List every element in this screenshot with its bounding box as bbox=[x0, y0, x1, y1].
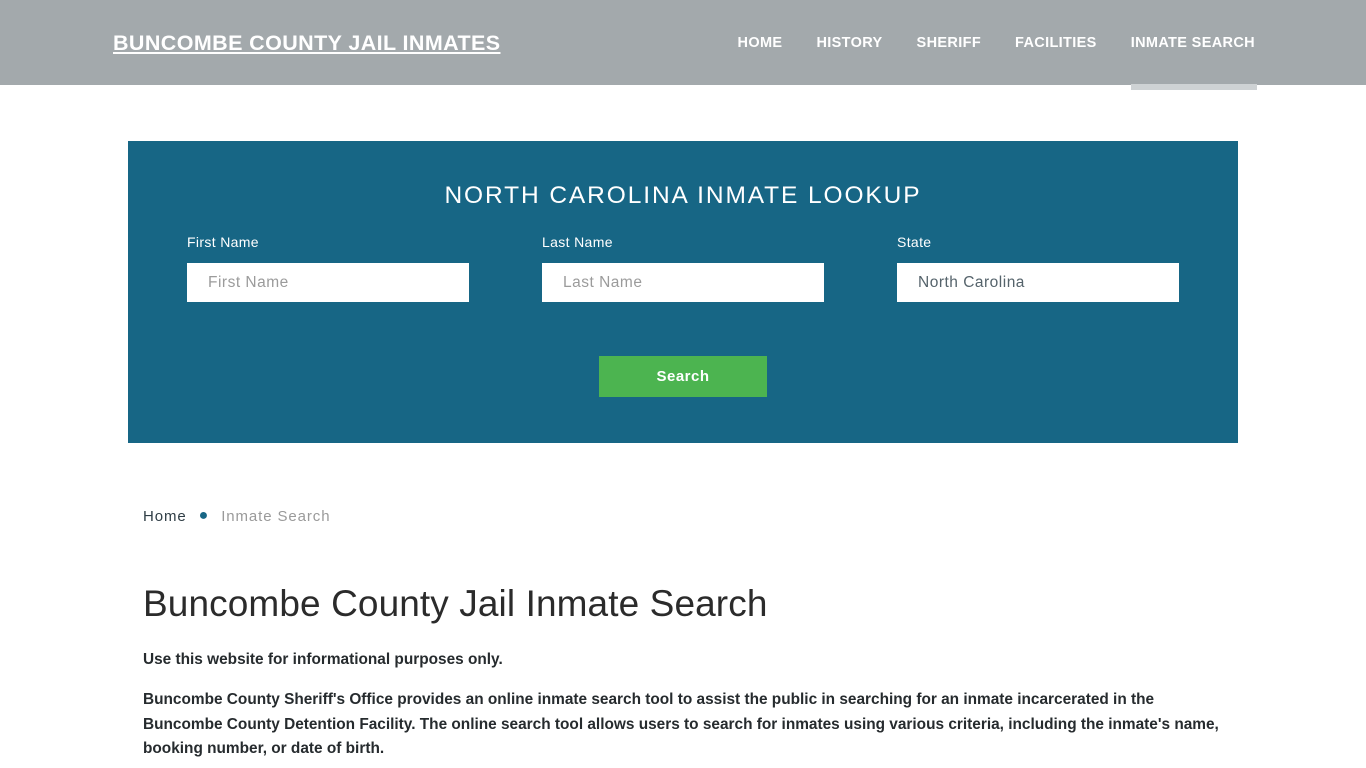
state-field-group: State bbox=[897, 234, 1179, 302]
nav-item-sheriff[interactable]: SHERIFF bbox=[900, 33, 998, 53]
inmate-lookup-panel: NORTH CAROLINA INMATE LOOKUP First Name … bbox=[128, 141, 1238, 443]
breadcrumb: Home ● Inmate Search bbox=[143, 500, 1225, 532]
first-name-input[interactable] bbox=[187, 263, 469, 302]
search-button[interactable]: Search bbox=[599, 356, 767, 397]
first-name-label: First Name bbox=[187, 234, 259, 250]
first-name-field-group: First Name bbox=[187, 234, 469, 302]
page-content: Home ● Inmate Search Buncombe County Jai… bbox=[143, 500, 1225, 762]
last-name-field-group: Last Name bbox=[542, 234, 824, 302]
nav-item-home[interactable]: HOME bbox=[721, 33, 800, 53]
nav-item-facilities[interactable]: FACILITIES bbox=[998, 33, 1114, 53]
state-label: State bbox=[897, 234, 932, 250]
last-name-label: Last Name bbox=[542, 234, 613, 250]
page-title: Buncombe County Jail Inmate Search bbox=[143, 583, 768, 624]
nav-item-history[interactable]: HISTORY bbox=[799, 33, 899, 53]
panel-title: NORTH CAROLINA INMATE LOOKUP bbox=[444, 182, 922, 209]
last-name-input[interactable] bbox=[542, 263, 824, 302]
site-brand-title[interactable]: BUNCOMBE COUNTY JAIL INMATES bbox=[113, 31, 500, 56]
site-header: BUNCOMBE COUNTY JAIL INMATES HOME HISTOR… bbox=[0, 0, 1366, 90]
breadcrumb-home-link[interactable]: Home bbox=[143, 508, 187, 525]
breadcrumb-separator-icon: ● bbox=[198, 507, 210, 524]
search-fields-row: First Name Last Name State bbox=[128, 234, 1238, 312]
breadcrumb-current: Inmate Search bbox=[221, 507, 331, 525]
search-button-wrap: Search bbox=[128, 356, 1238, 397]
state-input[interactable] bbox=[897, 263, 1179, 302]
description-paragraph: Buncombe County Sheriff's Office provide… bbox=[143, 691, 1219, 758]
main-navigation: HOME HISTORY SHERIFF FACILITIES INMATE S… bbox=[721, 33, 1258, 90]
nav-item-inmate-search[interactable]: INMATE SEARCH bbox=[1114, 33, 1258, 90]
disclaimer-paragraph: Use this website for informational purpo… bbox=[143, 650, 503, 668]
